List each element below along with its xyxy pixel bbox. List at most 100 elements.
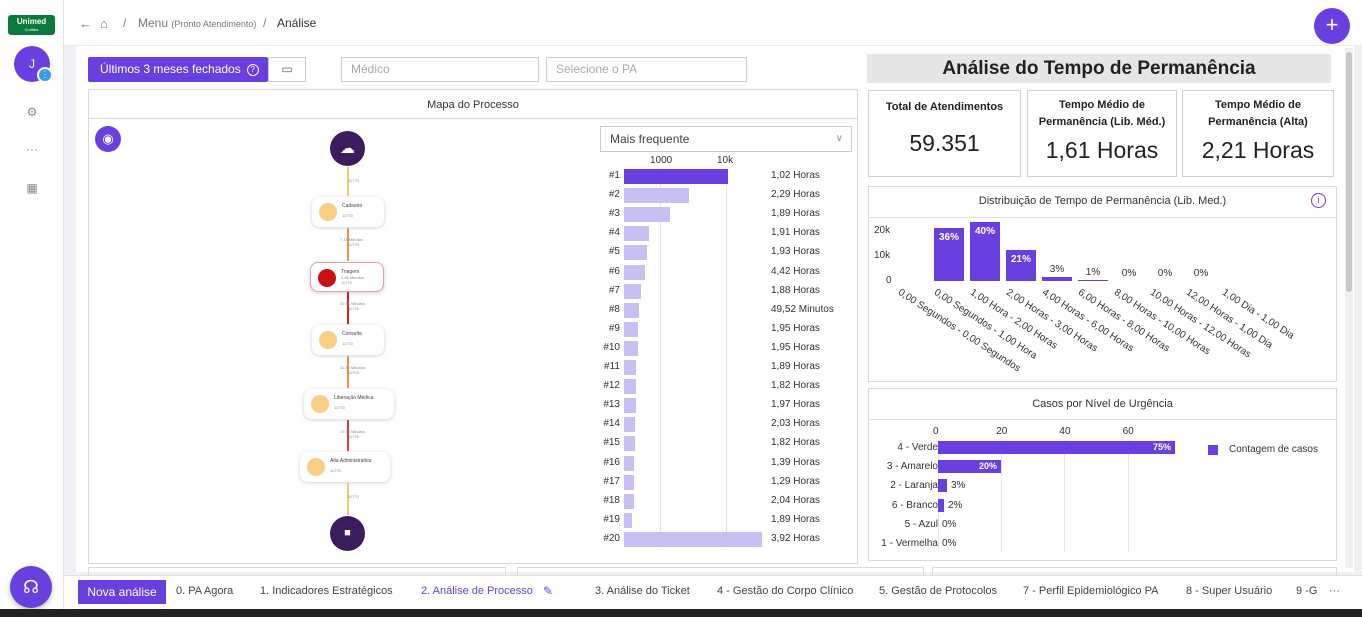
variant-bar[interactable]	[624, 340, 638, 356]
new-analysis-button[interactable]: Nova análise	[78, 580, 166, 604]
edge-count: 11770	[348, 370, 359, 375]
unimed-logo[interactable]: Unimed Curitiba	[8, 15, 55, 35]
legend-label: Contagem de casos	[1229, 444, 1318, 455]
eye-icon[interactable]: ◉	[95, 126, 121, 152]
variant-bar[interactable]	[624, 474, 634, 490]
node-label: Consulta	[342, 331, 362, 337]
process-start-icon: ☁	[330, 131, 365, 166]
urgency-bar[interactable]	[938, 479, 947, 493]
process-end-icon: ■	[330, 516, 365, 551]
data-label: 0%	[1193, 268, 1209, 279]
variant-bar[interactable]	[624, 283, 641, 299]
process-node[interactable]: Liberação Médica 11770	[304, 389, 394, 419]
variant-bar[interactable]	[624, 302, 639, 318]
variant-bar[interactable]	[624, 436, 635, 452]
tab-9[interactable]: 9 -G	[1296, 585, 1318, 597]
variant-bar[interactable]	[624, 264, 645, 280]
process-node[interactable]: Cadastro 11770	[312, 197, 384, 227]
help-icon[interactable]: ?	[246, 63, 259, 76]
variant-bar[interactable]	[624, 321, 638, 337]
pa-select[interactable]: Selecione o PA	[546, 57, 747, 82]
breadcrumb-separator: /	[263, 16, 267, 30]
variant-rank: #2	[608, 189, 620, 201]
variant-bar[interactable]	[624, 188, 689, 204]
gridline	[1001, 440, 1003, 552]
tab-analise-ticket[interactable]: 3. Análise do Ticket	[595, 585, 690, 597]
gridline	[1064, 440, 1066, 552]
kpi-alta-card: Tempo Médio de Permanência (Alta) 2,21 H…	[1182, 90, 1334, 177]
node-label: Liberação Médica	[334, 395, 374, 401]
variant-bar[interactable]	[624, 169, 728, 184]
variant-bar[interactable]	[624, 398, 636, 414]
variant-bar[interactable]	[624, 512, 632, 528]
variant-rank: #13	[603, 399, 620, 411]
variant-bar[interactable]	[624, 493, 634, 509]
process-node[interactable]: Triagem 2,55 Minutos 11770	[310, 262, 384, 292]
variant-bar[interactable]	[624, 379, 636, 395]
data-label: 20%	[979, 461, 998, 472]
lower-panel	[932, 567, 1337, 575]
add-button[interactable]: +	[1314, 8, 1350, 44]
variant-bar[interactable]	[624, 531, 762, 547]
kpi-total-value: 59.351	[909, 130, 980, 156]
kpi-lib-value: 1,61 Horas	[1045, 137, 1159, 163]
data-label: 0%	[942, 538, 957, 549]
variant-bar[interactable]	[624, 245, 647, 261]
variant-bar[interactable]	[624, 207, 670, 223]
tab-indicadores[interactable]: 1. Indicadores Estratégicos	[260, 585, 393, 597]
variant-bar[interactable]	[624, 226, 649, 242]
urgency-category: 1 - Vermelha	[881, 538, 938, 549]
breadcrumb-current: Análise	[277, 16, 317, 30]
gridline	[726, 168, 727, 548]
variant-rank: #5	[608, 246, 620, 258]
edit-icon[interactable]: ✎	[543, 584, 553, 598]
tab-perfil[interactable]: 7 - Perfil Epidemiológico PA	[1023, 585, 1159, 597]
urgency-bar[interactable]	[938, 441, 1175, 454]
tab-super-usuario[interactable]: 8 - Super Usuário	[1186, 585, 1272, 597]
info-icon[interactable]: i	[1311, 193, 1326, 208]
plus-icon: +	[1325, 12, 1339, 37]
process-node[interactable]: Alta Administrativa 11770	[300, 452, 390, 482]
gear-icon[interactable]: ⚙	[22, 102, 42, 122]
variant-bar[interactable]	[624, 360, 636, 375]
variant-time: 1,82 Horas	[771, 437, 820, 449]
edge-count: 11770	[348, 306, 359, 311]
tab-protocolos[interactable]: 5. Gestão de Protocolos	[879, 585, 997, 597]
more-icon[interactable]: ···	[22, 139, 42, 159]
variant-time: 1,02 Horas	[771, 170, 820, 181]
more-tabs-icon[interactable]: ···	[1329, 585, 1340, 597]
support-chat-button[interactable]: ☊	[10, 566, 52, 608]
urgency-category: 3 - Amarelo	[886, 461, 938, 473]
variant-rank: #6	[608, 265, 620, 277]
tab-analise-processo[interactable]: 2. Análise de Processo	[421, 585, 533, 597]
data-label: 75%	[1153, 442, 1172, 452]
medico-field[interactable]: Médico	[341, 57, 539, 82]
scrollbar-thumb[interactable]	[1346, 52, 1352, 292]
kpi-alta-value: 2,21 Horas	[1201, 137, 1315, 163]
avatar-menu-icon[interactable]: ⋮	[37, 67, 53, 83]
process-edge[interactable]	[347, 483, 349, 515]
scrollbar[interactable]	[1345, 48, 1353, 568]
sort-select[interactable]: Mais frequente ∨	[600, 126, 852, 152]
variant-rank: #17	[603, 475, 620, 487]
calendar-button[interactable]: ▭	[268, 57, 306, 82]
variant-bar[interactable]	[624, 417, 635, 433]
tab-corpo-clinico[interactable]: 4 - Gestão do Corpo Clínico	[717, 585, 853, 597]
home-icon[interactable]: ⌂	[100, 16, 108, 31]
building-icon[interactable]: ▦	[22, 178, 42, 198]
kpi-section-title: Análise do Tempo de Permanência	[867, 54, 1331, 83]
variant-time: 1,89 Horas	[771, 513, 820, 525]
distribution-bar[interactable]	[1042, 277, 1072, 281]
y-tick-label: 10k	[874, 250, 891, 261]
kpi-lib-card: Tempo Médio de Permanência (Lib. Méd.) 1…	[1027, 90, 1177, 177]
distribution-bar[interactable]	[1078, 280, 1108, 281]
variant-bar[interactable]	[624, 455, 634, 471]
variant-time: 2,03 Horas	[771, 418, 820, 430]
process-node[interactable]: Consulta 11770	[312, 325, 384, 355]
breadcrumb-menu[interactable]: Menu (Pronto Atendimento)	[138, 16, 256, 30]
period-filter-button[interactable]: Últimos 3 meses fechados?	[88, 57, 268, 82]
urgency-bar[interactable]	[938, 498, 944, 512]
data-label: 0%	[1121, 268, 1137, 279]
back-arrow-icon[interactable]: ←	[79, 16, 92, 31]
tab-pa-agora[interactable]: 0. PA Agora	[176, 585, 233, 597]
